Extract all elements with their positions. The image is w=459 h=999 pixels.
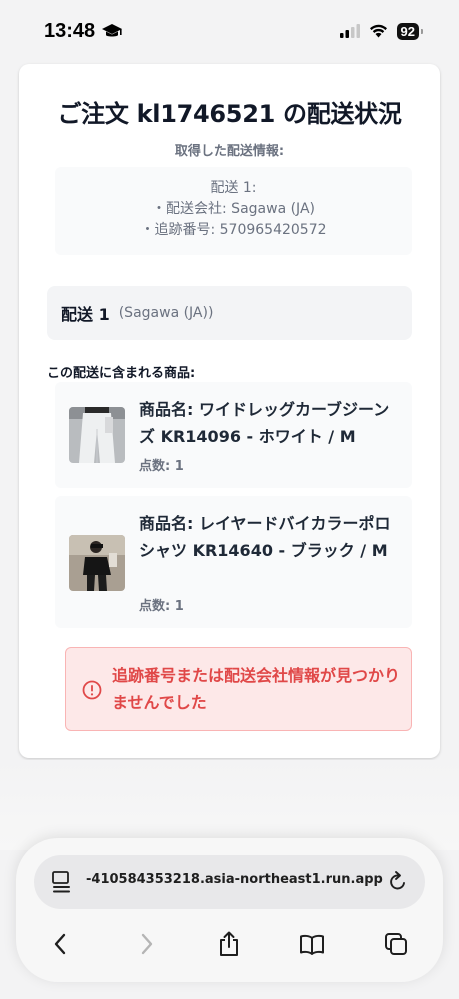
- shipment-header: 配送 1 (Sagawa (JA)): [47, 286, 412, 340]
- shipment-name: 配送 1: [61, 305, 110, 324]
- info-line-carrier: ・配送会社: Sagawa (JA): [152, 201, 315, 217]
- bookmarks-button[interactable]: [297, 929, 327, 959]
- shipping-status-card: ご注文 kl1746521 の配送状況 取得した配送情報: 配送 1: ・配送会…: [19, 64, 440, 758]
- info-line-shipment: 配送 1:: [210, 180, 257, 196]
- info-line-tracking: ・追跡番号: 570965420572: [140, 222, 327, 238]
- forward-button[interactable]: [132, 929, 162, 959]
- back-button[interactable]: [45, 929, 75, 959]
- chevron-left-icon: [54, 933, 66, 955]
- share-icon: [220, 931, 238, 956]
- wifi-icon: [369, 24, 387, 38]
- page-bottom-fade: [0, 760, 459, 850]
- cellular-signal-icon: [339, 24, 360, 38]
- tabs-button[interactable]: [381, 929, 411, 959]
- status-time: 13:48: [44, 19, 96, 42]
- shipment-carrier: (Sagawa (JA)): [118, 305, 214, 321]
- share-button[interactable]: [214, 929, 244, 959]
- product-name: 商品名: ワイドレッグカーブジーンズ KR14096 - ホワイト / M: [139, 400, 390, 446]
- product-item: 商品名: レイヤードバイカラーポロシャツ KR14640 - ブラック / M …: [55, 496, 412, 628]
- white-jeans-photo-icon: [69, 407, 125, 463]
- shipping-info-box: 配送 1: ・配送会社: Sagawa (JA) ・追跡番号: 57096542…: [55, 167, 412, 255]
- alert-circle-icon: [82, 680, 102, 700]
- book-icon: [300, 934, 324, 955]
- url-text[interactable]: -410584353218.asia-northeast1.run.app: [86, 872, 386, 887]
- black-polo-photo-icon: [69, 535, 125, 591]
- page-title: ご注文 kl1746521 の配送状況: [57, 100, 402, 128]
- retrieved-info-heading: 取得した配送情報:: [174, 144, 285, 159]
- graduation-cap-icon: [102, 24, 123, 37]
- product-name: 商品名: レイヤードバイカラーポロシャツ KR14640 - ブラック / M: [139, 514, 391, 560]
- status-time-group: 13:48: [44, 20, 123, 43]
- chevron-right-icon: [141, 933, 153, 955]
- product-quantity: 点数: 1: [139, 459, 184, 474]
- battery-level: 92: [396, 22, 424, 40]
- status-indicators: 92: [339, 22, 424, 40]
- contained-items-heading: この配送に含まれる商品:: [47, 366, 196, 381]
- tabs-icon: [385, 933, 407, 955]
- product-item: 商品名: ワイドレッグカーブジーンズ KR14096 - ホワイト / M 点数…: [55, 382, 412, 488]
- tracking-error-alert: 追跡番号または配送会社情報が見つかりませんでした: [65, 647, 412, 731]
- browser-toolbar: -410584353218.asia-northeast1.run.app: [16, 838, 443, 982]
- address-bar[interactable]: -410584353218.asia-northeast1.run.app: [34, 855, 425, 909]
- reload-icon[interactable]: [387, 870, 409, 894]
- page-menu-icon[interactable]: [51, 870, 73, 894]
- error-message: 追跡番号または配送会社情報が見つかりませんでした: [112, 666, 401, 712]
- product-thumbnail-white-jeans: [69, 407, 125, 463]
- product-quantity: 点数: 1: [139, 599, 184, 614]
- status-bar: 13:48 92: [0, 0, 459, 62]
- product-thumbnail-black-polo: [69, 535, 125, 591]
